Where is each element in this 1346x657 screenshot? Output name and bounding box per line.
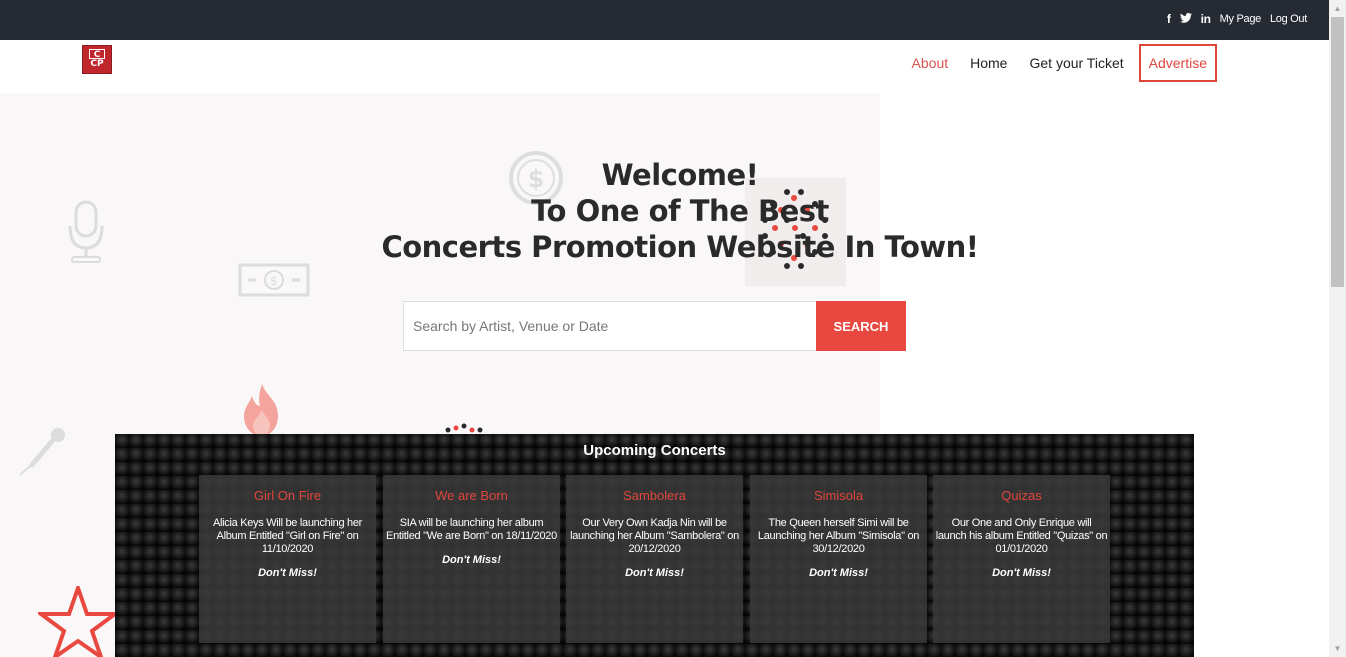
hero-heading: Welcome! To One of The Best Concerts Pro…: [0, 157, 1346, 265]
nav-advertise[interactable]: Advertise: [1138, 44, 1217, 82]
page-scrollbar[interactable]: ▲ ▼: [1329, 0, 1346, 657]
concert-description: Our Very Own Kadja Nin will be launching…: [570, 517, 739, 555]
nav-get-ticket[interactable]: Get your Ticket: [1029, 47, 1123, 79]
logo-top-text: C: [89, 49, 105, 60]
my-page-link[interactable]: My Page: [1220, 13, 1262, 25]
flame-icon: [244, 384, 278, 436]
scroll-down-arrow-icon[interactable]: ▼: [1329, 640, 1346, 657]
concert-card[interactable]: Quizas Our One and Only Enrique will lau…: [933, 475, 1110, 643]
site-logo[interactable]: C CP: [82, 45, 112, 74]
concert-name[interactable]: Quizas: [933, 488, 1110, 503]
logo-bottom-text: CP: [90, 59, 104, 69]
scrollbar-thumb[interactable]: [1331, 17, 1344, 287]
concert-tag: Don't Miss!: [809, 567, 868, 579]
search-input[interactable]: [403, 301, 816, 351]
concert-card[interactable]: Sambolera Our Very Own Kadja Nin will be…: [566, 475, 743, 643]
linkedin-icon[interactable]: in: [1201, 12, 1211, 26]
twitter-icon[interactable]: [1179, 12, 1192, 26]
svg-text:$: $: [270, 274, 278, 288]
header: C CP About Home Get your Ticket Advertis…: [0, 40, 1329, 93]
concert-name[interactable]: Sambolera: [566, 488, 743, 503]
hero-line-3: Concerts Promotion Website In Town!: [381, 230, 979, 264]
concert-name[interactable]: Girl On Fire: [199, 488, 376, 503]
scroll-up-arrow-icon[interactable]: ▲: [1329, 0, 1346, 17]
concert-tag: Don't Miss!: [258, 567, 317, 579]
nav-about[interactable]: About: [912, 47, 949, 79]
concert-tag: Don't Miss!: [625, 567, 684, 579]
search-bar: SEARCH: [403, 301, 906, 351]
upcoming-concerts-panel: Upcoming Concerts Girl On Fire Alicia Ke…: [115, 434, 1194, 657]
concerts-title: Upcoming Concerts: [583, 442, 726, 459]
banknote-icon: $: [238, 263, 310, 297]
hero-line-2: To One of The Best: [531, 194, 829, 228]
top-links: f in My Page Log Out: [1167, 12, 1307, 26]
handheld-mic-icon: [19, 428, 65, 476]
star-icon: [38, 586, 118, 657]
concert-description: SIA will be launching her album Entitled…: [386, 517, 557, 542]
concert-card[interactable]: Girl On Fire Alicia Keys Will be launchi…: [199, 475, 376, 643]
nav-home[interactable]: Home: [970, 47, 1007, 79]
concert-description: Alicia Keys Will be launching her Album …: [212, 517, 363, 555]
hero-line-1: Welcome!: [601, 158, 759, 192]
dot-pattern-small-icon: [445, 423, 483, 433]
top-bar: f in My Page Log Out: [0, 0, 1329, 40]
log-out-link[interactable]: Log Out: [1270, 13, 1307, 25]
concert-name[interactable]: Simisola: [750, 488, 927, 503]
concert-card[interactable]: Simisola The Queen herself Simi will be …: [750, 475, 927, 643]
concert-card[interactable]: We are Born SIA will be launching her al…: [383, 475, 560, 643]
concert-tag: Don't Miss!: [442, 554, 501, 566]
search-button[interactable]: SEARCH: [816, 301, 906, 351]
facebook-icon[interactable]: f: [1167, 12, 1171, 26]
concert-tag: Don't Miss!: [992, 567, 1051, 579]
main-nav: About Home Get your Ticket Advertise: [890, 44, 1217, 82]
concert-description: Our One and Only Enrique will launch his…: [935, 517, 1108, 555]
concert-name[interactable]: We are Born: [383, 488, 560, 503]
concert-description: The Queen herself Simi will be Launching…: [757, 517, 920, 555]
